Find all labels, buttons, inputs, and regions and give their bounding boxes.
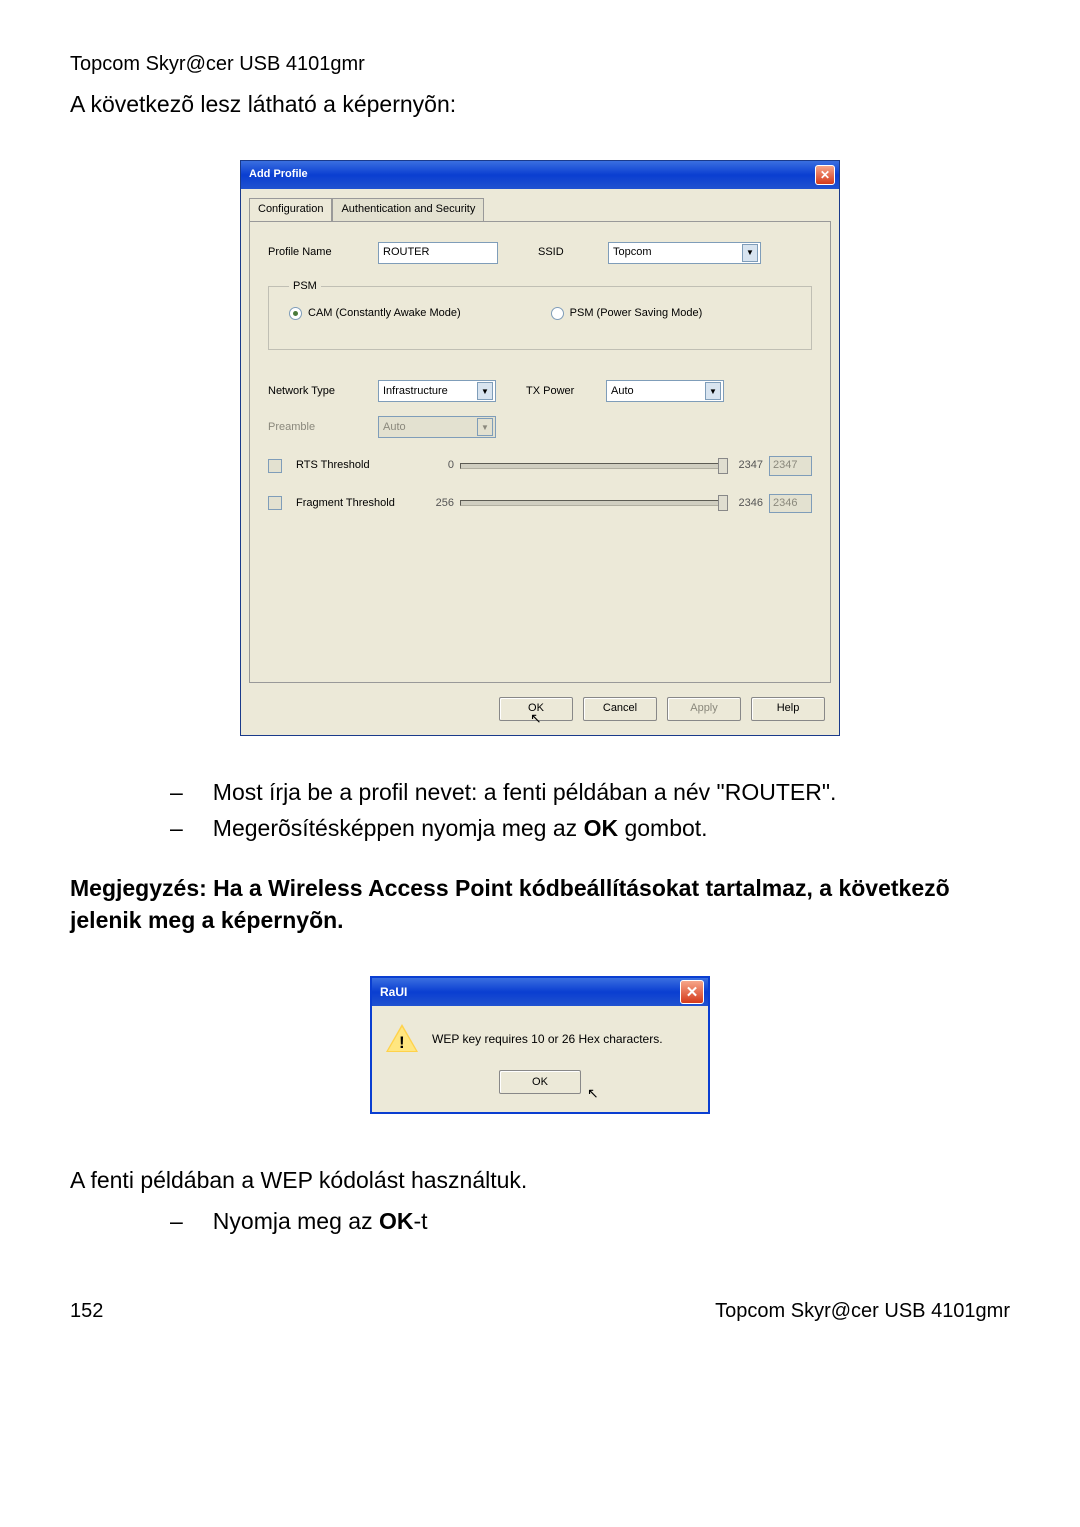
note-text: Megjegyzés: Ha a Wireless Access Point k… — [70, 872, 1010, 936]
titlebar: Add Profile ✕ — [241, 161, 839, 189]
psm-fieldset: PSM CAM (Constantly Awake Mode) PSM (Pow… — [268, 279, 812, 351]
footer-product: Topcom Skyr@cer USB 4101gmr — [715, 1297, 1010, 1325]
bullet-2-bold: OK — [584, 815, 619, 841]
radio-cam[interactable]: CAM (Constantly Awake Mode) — [289, 306, 461, 321]
ssid-value: Topcom — [613, 245, 652, 260]
frag-checkbox[interactable] — [268, 496, 282, 510]
intro-text: A következõ lesz látható a képernyõn: — [70, 88, 1010, 120]
psm-label: PSM (Power Saving Mode) — [570, 306, 703, 321]
after-raui-text: A fenti példában a WEP kódolást használt… — [70, 1164, 1010, 1196]
bullet-2: Megerõsítésképpen nyomja meg az OK gombo… — [213, 812, 708, 844]
bullet-3-pre: Nyomja meg az — [213, 1208, 379, 1234]
raui-dialog: RaUI ✕ ! WEP key requires 10 or 26 Hex c… — [370, 976, 710, 1114]
tx-power-value: Auto — [611, 384, 634, 399]
psm-legend: PSM — [289, 279, 321, 294]
warning-icon: ! — [386, 1024, 418, 1054]
raui-ok-button[interactable]: OK — [499, 1070, 581, 1094]
network-type-dropdown[interactable]: Infrastructure ▼ — [378, 380, 496, 402]
raui-message: WEP key requires 10 or 26 Hex characters… — [432, 1031, 663, 1048]
dialog-title: Add Profile — [249, 167, 308, 182]
frag-val: 2346 — [769, 494, 812, 513]
page-number: 152 — [70, 1297, 103, 1325]
raui-titlebar: RaUI ✕ — [372, 978, 708, 1006]
frag-max: 2346 — [731, 496, 763, 511]
slider-thumb[interactable] — [718, 495, 728, 511]
bullet-dash: – — [170, 776, 183, 808]
bullet-3-bold: OK — [379, 1208, 414, 1234]
chevron-down-icon[interactable]: ▼ — [477, 382, 493, 400]
rts-val: 2347 — [769, 456, 812, 475]
bullet-3: Nyomja meg az OK-t — [213, 1205, 428, 1237]
bullet-3-post: -t — [413, 1208, 427, 1234]
tab-configuration[interactable]: Configuration — [249, 198, 332, 221]
rts-checkbox[interactable] — [268, 459, 282, 473]
ok-button[interactable]: OK — [499, 697, 573, 721]
chevron-down-icon[interactable]: ▼ — [705, 382, 721, 400]
tab-content: Profile Name ROUTER SSID Topcom ▼ PSM CA… — [249, 221, 831, 683]
rts-slider[interactable] — [460, 463, 725, 469]
profile-name-input[interactable]: ROUTER — [378, 242, 498, 264]
slider-thumb[interactable] — [718, 458, 728, 474]
tab-auth-security[interactable]: Authentication and Security — [332, 198, 484, 221]
cursor-icon: ↖ — [587, 1084, 599, 1104]
tx-power-label: TX Power — [526, 384, 596, 399]
close-icon[interactable]: ✕ — [680, 980, 704, 1004]
tx-power-dropdown[interactable]: Auto ▼ — [606, 380, 724, 402]
chevron-down-icon: ▼ — [477, 418, 493, 436]
rts-min: 0 — [422, 458, 454, 473]
preamble-label: Preamble — [268, 420, 368, 435]
add-profile-dialog: Add Profile ✕ ConfigurationAuthenticatio… — [240, 160, 840, 735]
frag-slider[interactable] — [460, 500, 725, 506]
bullet-dash: – — [170, 812, 183, 844]
bullet-1: Most írja be a profil nevet: a fenti pél… — [213, 776, 837, 808]
rts-max: 2347 — [731, 458, 763, 473]
frag-row: Fragment Threshold 256 2346 2346 — [268, 494, 812, 513]
apply-button: Apply — [667, 697, 741, 721]
frag-min: 256 — [422, 496, 454, 511]
radio-psm[interactable]: PSM (Power Saving Mode) — [551, 306, 703, 321]
raui-title: RaUI — [380, 984, 407, 1001]
bullet-2-post: gombot. — [618, 815, 708, 841]
network-type-value: Infrastructure — [383, 384, 448, 399]
ssid-dropdown[interactable]: Topcom ▼ — [608, 242, 761, 264]
ssid-label: SSID — [538, 245, 598, 260]
chevron-down-icon[interactable]: ▼ — [742, 244, 758, 262]
cancel-button[interactable]: Cancel — [583, 697, 657, 721]
frag-label: Fragment Threshold — [296, 496, 416, 511]
help-button[interactable]: Help — [751, 697, 825, 721]
header-product: Topcom Skyr@cer USB 4101gmr — [70, 50, 1010, 78]
preamble-value: Auto — [383, 420, 406, 435]
network-type-label: Network Type — [268, 384, 368, 399]
preamble-dropdown: Auto ▼ — [378, 416, 496, 438]
rts-label: RTS Threshold — [296, 458, 416, 473]
bullet-2-pre: Megerõsítésképpen nyomja meg az — [213, 815, 584, 841]
profile-name-label: Profile Name — [268, 245, 368, 260]
bullet-dash: – — [170, 1205, 183, 1237]
rts-row: RTS Threshold 0 2347 2347 — [268, 456, 812, 475]
close-icon[interactable]: ✕ — [815, 165, 835, 185]
cam-label: CAM (Constantly Awake Mode) — [308, 306, 461, 321]
